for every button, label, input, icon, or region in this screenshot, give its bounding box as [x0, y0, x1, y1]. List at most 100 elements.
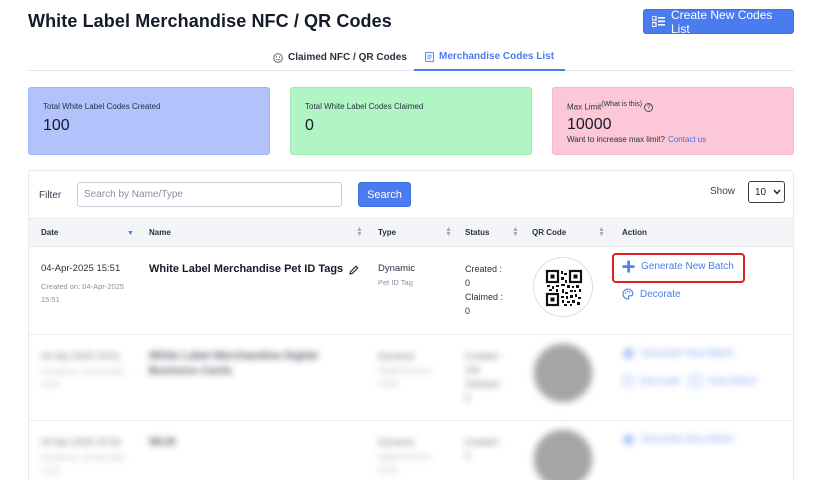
sort-icon[interactable]: ▲ ▼ — [598, 226, 605, 238]
create-new-codes-list-button[interactable]: Create New Codes List — [643, 7, 794, 36]
row-name: White Label Merchandise Pet ID Tags — [149, 263, 344, 275]
view-batch-label: View Batch — [707, 375, 757, 387]
row-name-cell: White Label Merchandise Pet ID Tags — [149, 262, 359, 277]
generate-new-batch-label: Generate New Batch — [641, 348, 734, 359]
max-limit-value: 10000 — [567, 116, 612, 134]
row-subtype: Pet ID Tag — [378, 278, 413, 287]
page-size-select[interactable]: 10 — [748, 181, 785, 203]
table-row: 04-Apr-2025 15:33 Created on: 16-Mar-202… — [29, 421, 793, 480]
generate-new-batch-button[interactable]: Generate New Batch — [622, 347, 734, 360]
palette-icon — [622, 288, 634, 300]
table-header: Date ▼ Name ▲ ▼ Type ▲ ▼ Status ▲ ▼ QR Code… — [29, 218, 793, 247]
max-limit-label: Max Limit — [567, 102, 602, 112]
plus-icon — [622, 260, 635, 273]
create-button-label: Create New Codes List — [671, 7, 773, 36]
generate-new-batch-label: Generate New Batch — [641, 261, 734, 272]
sort-icon[interactable]: ▲ ▼ — [512, 226, 519, 238]
row-name: WLM — [149, 436, 176, 448]
sort-desc-icon[interactable]: ▼ — [127, 230, 134, 237]
claimed-label: Claimed : — [465, 379, 504, 389]
document-icon — [425, 51, 434, 62]
claimed-value: 0 — [465, 393, 471, 403]
decorate-button[interactable]: Decorate — [622, 288, 681, 300]
row-subtype: Digital Business Cards — [378, 452, 432, 474]
view-batch-button[interactable]: View Batch — [689, 375, 757, 387]
row-created-on: Created on: 16-Mar-2025 15:20 — [41, 453, 126, 475]
contact-us-link[interactable]: Contact us — [668, 135, 706, 144]
tab-merch-label: Merchandise Codes List — [439, 51, 555, 62]
decorate-button[interactable]: Decorate — [622, 375, 681, 387]
max-limit-heading: Max Limit(What is this) ? — [567, 101, 779, 113]
column-type[interactable]: Type — [378, 228, 396, 237]
table-row: 04-Apr-2025 15:51 Created on: 04-Apr-202… — [29, 335, 793, 421]
created-label: Created : — [465, 351, 503, 361]
tab-claimed-label: Claimed NFC / QR Codes — [288, 52, 407, 63]
claimed-value: 0 — [465, 306, 471, 316]
generate-new-batch-button[interactable]: Generate New Batch — [622, 260, 734, 273]
row-status: Created : 0 Claimed : 0 — [465, 262, 503, 318]
sort-icon[interactable]: ▲ ▼ — [356, 226, 363, 238]
generate-new-batch-label: Generate New Batch — [641, 434, 734, 445]
increase-limit-text: Want to increase max limit? — [567, 135, 665, 145]
row-status: Created : 0 — [465, 435, 502, 463]
column-status[interactable]: Status — [465, 228, 489, 237]
column-qr-code: QR Code — [532, 228, 567, 237]
generate-new-batch-button[interactable]: Generate New Batch — [622, 433, 734, 446]
created-value: 0 — [465, 451, 471, 461]
filter-label: Filter — [39, 190, 62, 201]
tab-claimed-codes[interactable]: Claimed NFC / QR Codes — [273, 44, 407, 71]
smiley-icon — [273, 52, 283, 63]
show-label: Show — [710, 186, 736, 197]
what-is-this-link[interactable]: (What is this) — [601, 101, 642, 108]
list-icon — [652, 16, 665, 27]
search-button[interactable]: Search — [358, 182, 411, 207]
row-type: Dynamic — [378, 437, 415, 448]
codes-claimed-value: 0 — [305, 117, 314, 134]
page-size-value: 10 — [755, 186, 767, 198]
created-value: 100 — [465, 365, 481, 375]
row-type: Dynamic — [378, 263, 415, 274]
search-input[interactable] — [77, 182, 342, 207]
created-label: Created : — [465, 264, 503, 274]
row-created-on: Created on: 04-Apr-2025 15:51 — [41, 367, 124, 389]
codes-list-panel: Filter Search Show 10 Date ▼ Name ▲▼ Typ… — [28, 170, 794, 480]
sort-icon[interactable]: ▲ ▼ — [445, 226, 452, 238]
pencil-icon[interactable] — [349, 264, 359, 275]
decorate-label: Decorate — [640, 375, 681, 387]
row-created-on: Created on: 04-Apr-2025 15:51 — [41, 282, 124, 304]
page-title: White Label Merchandise NFC / QR Codes — [28, 11, 392, 31]
row-name: White Label Merchandise Digital Business… — [149, 350, 318, 377]
qr-code-image[interactable] — [533, 429, 593, 480]
codes-created-label: Total White Label Codes Created — [43, 102, 161, 111]
created-value: 0 — [465, 278, 471, 288]
plus-icon — [622, 433, 635, 446]
tab-bar: Claimed NFC / QR Codes Merchandise Codes… — [28, 44, 794, 71]
codes-created-card: Total White Label Codes Created 100 — [28, 87, 270, 155]
row-date: 04-Apr-2025 15:51 — [41, 263, 121, 274]
created-label: Created : — [465, 437, 503, 447]
column-action: Action — [622, 228, 647, 237]
plus-icon — [622, 347, 635, 360]
codes-created-value: 100 — [43, 117, 70, 134]
row-subtype: Digital Business Cards — [378, 366, 432, 388]
tab-merchandise-codes[interactable]: Merchandise Codes List — [414, 44, 566, 71]
table-row: 04-Apr-2025 15:51 Created on: 04-Apr-202… — [29, 247, 793, 335]
column-date[interactable]: Date — [41, 228, 58, 237]
max-limit-footer: Want to increase max limit? Contact us — [567, 135, 779, 144]
decorate-label: Decorate — [640, 288, 681, 300]
question-icon[interactable]: ? — [644, 103, 654, 113]
qr-code-image[interactable] — [533, 343, 593, 403]
max-limit-card: Max Limit(What is this) ? 10000 Want to … — [552, 87, 794, 155]
column-name[interactable]: Name — [149, 228, 171, 237]
palette-icon — [622, 375, 634, 387]
claimed-label: Claimed : — [465, 292, 504, 302]
row-date: 04-Apr-2025 15:33 — [41, 437, 121, 448]
row-date: 04-Apr-2025 15:51 — [41, 351, 121, 362]
row-type: Dynamic — [378, 351, 415, 362]
row-status: Created : 100 Claimed : 0 — [465, 349, 503, 405]
codes-claimed-card: Total White Label Codes Claimed 0 — [290, 87, 532, 155]
qr-code-image[interactable] — [533, 257, 593, 317]
codes-claimed-label: Total White Label Codes Claimed — [305, 102, 424, 111]
chevron-down-icon — [773, 189, 781, 195]
grid-icon — [689, 375, 701, 387]
